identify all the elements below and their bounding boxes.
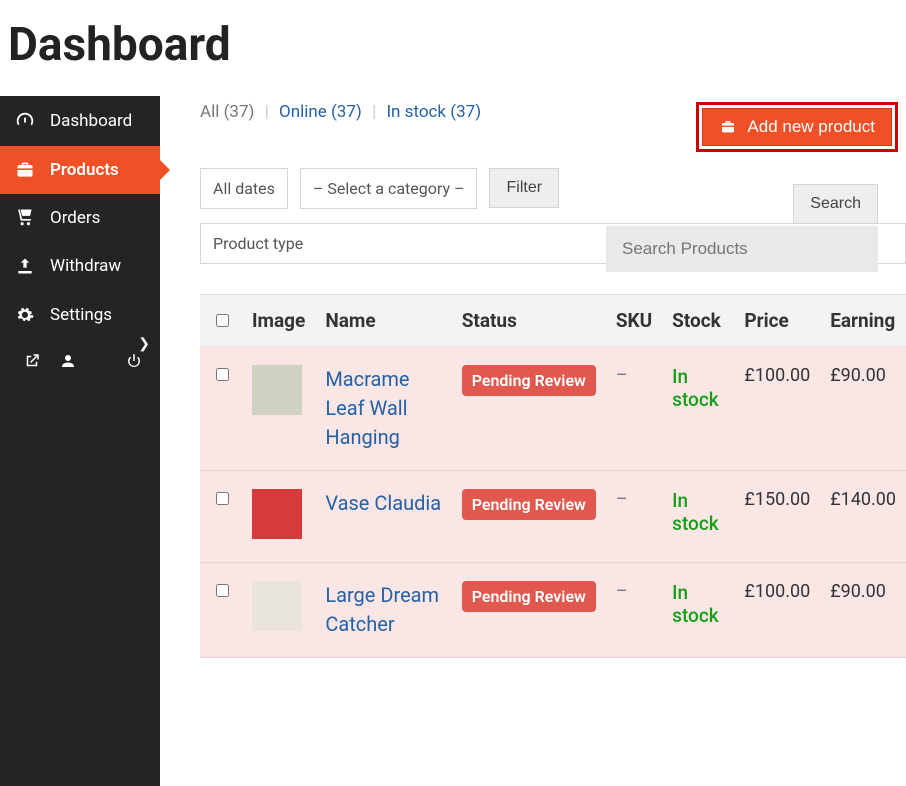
- col-earning: Earning: [820, 295, 906, 347]
- price-value: £150.00: [734, 471, 820, 563]
- product-thumbnail[interactable]: [252, 365, 302, 415]
- price-value: £100.00: [734, 563, 820, 658]
- sidebar-item-products[interactable]: Products: [0, 146, 160, 194]
- cart-icon: [14, 208, 36, 228]
- gauge-icon: [14, 110, 36, 132]
- add-product-highlight: Add new product: [696, 102, 898, 152]
- sidebar-item-orders[interactable]: Orders: [0, 194, 160, 242]
- sidebar-bottom-bar: ❯: [0, 340, 160, 386]
- col-price: Price: [734, 295, 820, 347]
- col-name: Name: [315, 295, 451, 347]
- sku-value: –: [606, 347, 662, 471]
- sidebar: Dashboard Products Orders Withdraw Setti…: [0, 96, 160, 786]
- all-dates-select[interactable]: All dates: [200, 168, 288, 209]
- product-thumbnail[interactable]: [252, 581, 302, 631]
- row-checkbox[interactable]: [216, 492, 229, 505]
- sidebar-item-label: Withdraw: [50, 256, 121, 276]
- sku-value: –: [606, 471, 662, 563]
- product-thumbnail[interactable]: [252, 489, 302, 539]
- briefcase-icon: [719, 119, 737, 135]
- select-all-checkbox[interactable]: [216, 314, 229, 327]
- chevron-right-icon[interactable]: ❯: [138, 336, 150, 352]
- sidebar-item-label: Orders: [50, 208, 100, 228]
- col-stock: Stock: [662, 295, 734, 347]
- product-name-link[interactable]: Vase Claudia: [325, 491, 441, 515]
- category-select[interactable]: – Select a category –: [300, 168, 478, 209]
- search-products-input[interactable]: [606, 226, 878, 272]
- briefcase-icon: [14, 160, 36, 180]
- earning-value: £90.00: [820, 563, 906, 658]
- page-title: Dashboard: [8, 18, 906, 72]
- earning-value: £90.00: [820, 347, 906, 471]
- stock-value: In stock: [672, 489, 719, 535]
- tab-online[interactable]: Online (37): [279, 102, 362, 122]
- upload-icon: [14, 256, 36, 276]
- products-table: Image Name Status SKU Stock Price Earnin…: [200, 294, 906, 658]
- stock-value: In stock: [672, 365, 719, 411]
- table-row: Vase Claudia Pending Review–In stock £150.…: [200, 471, 906, 563]
- sidebar-item-label: Settings: [50, 305, 112, 325]
- sidebar-item-settings[interactable]: Settings: [0, 290, 160, 340]
- product-name-link[interactable]: Macrame Leaf Wall Hanging: [325, 367, 409, 449]
- row-checkbox[interactable]: [216, 584, 229, 597]
- gear-icon: [14, 304, 36, 326]
- product-name-link[interactable]: Large Dream Catcher: [325, 583, 439, 636]
- sidebar-item-withdraw[interactable]: Withdraw: [0, 242, 160, 290]
- table-row: Large Dream Catcher Pending Review–In sto…: [200, 563, 906, 658]
- sidebar-item-dashboard[interactable]: Dashboard: [0, 96, 160, 146]
- sidebar-item-label: Products: [50, 160, 119, 180]
- col-status: Status: [452, 295, 606, 347]
- col-sku: SKU: [606, 295, 662, 347]
- add-new-product-label: Add new product: [747, 117, 875, 137]
- sidebar-item-label: Dashboard: [50, 111, 132, 131]
- sku-value: –: [606, 563, 662, 658]
- user-icon[interactable]: [50, 346, 86, 376]
- add-new-product-button[interactable]: Add new product: [702, 108, 892, 146]
- filter-button[interactable]: Filter: [489, 168, 559, 208]
- status-badge: Pending Review: [462, 581, 596, 612]
- search-button[interactable]: Search: [793, 184, 878, 224]
- tab-all[interactable]: All (37): [200, 102, 254, 122]
- earning-value: £140.00: [820, 471, 906, 563]
- col-image: Image: [242, 295, 315, 347]
- external-link-icon[interactable]: [14, 346, 50, 376]
- main-content: All (37) | Online (37) | In stock (37) A…: [160, 96, 906, 786]
- price-value: £100.00: [734, 347, 820, 471]
- row-checkbox[interactable]: [216, 368, 229, 381]
- table-row: Macrame Leaf Wall Hanging Pending Review–…: [200, 347, 906, 471]
- stock-value: In stock: [672, 581, 719, 627]
- status-badge: Pending Review: [462, 365, 596, 396]
- status-badge: Pending Review: [462, 489, 596, 520]
- tab-instock[interactable]: In stock (37): [386, 102, 481, 122]
